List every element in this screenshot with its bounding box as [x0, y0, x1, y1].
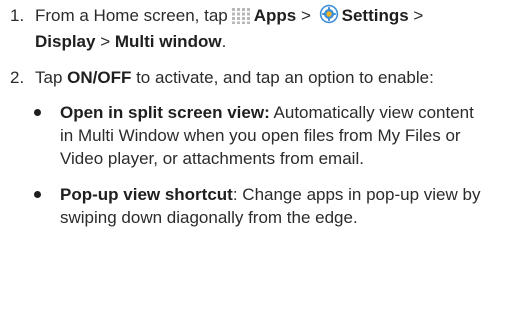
- settings-label: Settings: [341, 6, 409, 25]
- instructions-page: 1. From a Home screen, tap Apps > Settin…: [0, 0, 510, 326]
- separator: >: [296, 6, 316, 25]
- option-title: Pop-up view shortcut: [60, 185, 233, 204]
- apps-label: Apps: [253, 6, 297, 25]
- option-text: Open in split screen view: Automatically…: [60, 101, 498, 170]
- bullet-icon: [32, 101, 60, 170]
- apps-grid-icon: [231, 7, 251, 30]
- step-text: Tap ON/OFF to activate, and tap an optio…: [35, 66, 498, 89]
- step-text-rest: to activate, and tap an option to enable…: [131, 68, 434, 87]
- display-label: Display: [35, 32, 96, 51]
- step-2: 2. Tap ON/OFF to activate, and tap an op…: [10, 66, 498, 89]
- step-text-intro: Tap: [35, 68, 68, 87]
- step-number: 2.: [10, 68, 25, 87]
- sentence-end: .: [221, 32, 227, 51]
- bullet-icon: [32, 183, 60, 229]
- list-item: Pop-up view shortcut: Change apps in pop…: [32, 183, 498, 229]
- separator: >: [408, 6, 424, 25]
- step-1: 1. From a Home screen, tap Apps > Settin…: [10, 4, 498, 53]
- step-text-intro: From a Home screen, tap: [35, 6, 228, 25]
- settings-gear-icon: [319, 4, 339, 30]
- multi-window-label: Multi window: [114, 32, 222, 51]
- option-text: Pop-up view shortcut: Change apps in pop…: [60, 183, 498, 229]
- separator: >: [95, 32, 115, 51]
- option-title: Open in split screen view:: [60, 103, 270, 122]
- step-number: 1.: [10, 6, 25, 25]
- onoff-label: ON/OFF: [67, 68, 132, 87]
- step-text: From a Home screen, tap Apps > Settings …: [35, 4, 498, 53]
- list-item: Open in split screen view: Automatically…: [32, 101, 498, 170]
- option-list: Open in split screen view: Automatically…: [32, 101, 498, 229]
